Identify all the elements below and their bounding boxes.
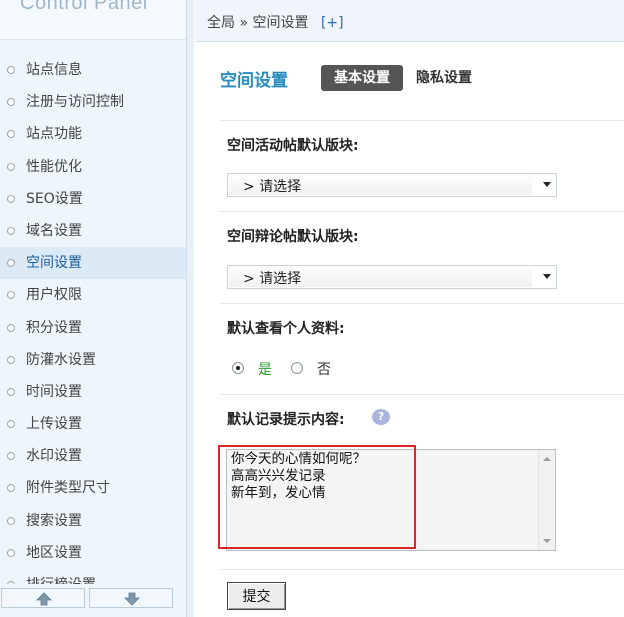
sidebar-item-label: 防灌水设置 bbox=[26, 351, 96, 368]
sidebar-item[interactable]: 用户权限 bbox=[0, 279, 186, 311]
sidebar-item[interactable]: 附件类型尺寸 bbox=[0, 472, 186, 504]
logo-text: Control Panel bbox=[20, 0, 148, 14]
sidebar-item[interactable]: 性能优化 bbox=[0, 151, 186, 183]
top-bar: 全局 » 空间设置 [+] bbox=[195, 0, 624, 42]
sidebar-item-label: 注册与访问控制 bbox=[26, 94, 124, 111]
bullet-icon bbox=[7, 452, 15, 461]
sidebar-item-label: 性能优化 bbox=[26, 158, 82, 175]
sidebar-item-label: 积分设置 bbox=[26, 319, 82, 336]
submit-button[interactable]: 提交 bbox=[227, 582, 286, 610]
sidebar-item[interactable]: 上传设置 bbox=[0, 408, 186, 440]
debate-forum-label: 空间辩论帖默认版块: bbox=[227, 229, 359, 245]
bullet-icon bbox=[7, 420, 15, 429]
activity-forum-select[interactable]: > 请选择 bbox=[227, 173, 557, 197]
profile-view-label: 默认查看个人资料: bbox=[227, 321, 345, 337]
sidebar-item[interactable]: 排行榜设置 bbox=[0, 569, 186, 584]
profile-no-radio[interactable] bbox=[291, 362, 303, 374]
sidebar-item-label: 地区设置 bbox=[26, 544, 82, 561]
sidebar-item-label: 水印设置 bbox=[26, 448, 82, 465]
sidebar-item[interactable]: SEO设置 bbox=[0, 183, 186, 215]
bullet-icon bbox=[7, 98, 15, 107]
breadcrumb: 全局 » 空间设置 [+] bbox=[207, 12, 344, 32]
tab-basic-settings[interactable]: 基本设置 bbox=[321, 65, 403, 91]
divider bbox=[220, 394, 624, 395]
textarea-scrollbar[interactable] bbox=[538, 450, 555, 550]
sidebar-item[interactable]: 水印设置 bbox=[0, 440, 186, 472]
sidebar-item[interactable]: 积分设置 bbox=[0, 312, 186, 344]
sidebar-item-label: 上传设置 bbox=[26, 416, 82, 433]
scroll-down-button[interactable] bbox=[89, 588, 173, 608]
dropdown-arrow-icon bbox=[543, 182, 551, 187]
bullet-icon bbox=[7, 387, 15, 396]
page-title: 空间设置 bbox=[220, 71, 288, 91]
sidebar-item-label: 空间设置 bbox=[26, 255, 82, 272]
title-row: 空间设置 基本设置 隐私设置 bbox=[220, 64, 620, 92]
sidebar-item-label: 排行榜设置 bbox=[26, 577, 96, 584]
activity-forum-select-value: > 请选择 bbox=[243, 179, 302, 195]
logo-area: Control Panel bbox=[0, 0, 186, 40]
sidebar-item[interactable]: 地区设置 bbox=[0, 537, 186, 569]
scroll-down-icon bbox=[543, 539, 551, 543]
help-icon[interactable]: ? bbox=[372, 409, 390, 425]
sidebar-item-label: 站点功能 bbox=[26, 126, 82, 143]
highlight-annotation-box bbox=[218, 445, 416, 549]
sidebar-item[interactable]: 域名设置 bbox=[0, 215, 186, 247]
sidebar-item[interactable]: 防灌水设置 bbox=[0, 344, 186, 376]
sidebar-item-label: 站点信息 bbox=[26, 62, 82, 78]
divider bbox=[220, 211, 624, 212]
profile-yes-radio[interactable] bbox=[232, 362, 244, 374]
sidebar-item-label: 搜索设置 bbox=[26, 512, 82, 529]
sidebar-item[interactable]: 站点信息 bbox=[0, 54, 186, 86]
breadcrumb-separator: » bbox=[239, 15, 249, 31]
breadcrumb-current: 空间设置 bbox=[252, 15, 309, 31]
profile-yes-label: 是 bbox=[258, 362, 272, 378]
debate-forum-select[interactable]: > 请选择 bbox=[227, 265, 557, 289]
sidebar-item[interactable]: 站点功能 bbox=[0, 118, 186, 150]
bullet-icon bbox=[7, 484, 15, 493]
divider bbox=[220, 303, 624, 304]
activity-forum-label: 空间活动帖默认版块: bbox=[227, 138, 359, 154]
sidebar-menu: 站点信息注册与访问控制 站点功能性能优化 SEO设置域名设置空间设置用户权限积分设置… bbox=[0, 54, 186, 584]
bullet-icon bbox=[7, 516, 15, 525]
sidebar-item[interactable]: 注册与访问控制 bbox=[0, 86, 186, 118]
divider bbox=[220, 120, 624, 121]
dropdown-arrow-icon bbox=[543, 274, 551, 279]
profile-no-label: 否 bbox=[317, 362, 331, 378]
sidebar-divider bbox=[186, 0, 194, 617]
sidebar-item[interactable]: 搜索设置 bbox=[0, 505, 186, 537]
bullet-icon bbox=[7, 548, 15, 557]
sidebar-item-label: SEO设置 bbox=[26, 190, 83, 207]
arrow-up-icon bbox=[36, 592, 52, 606]
bullet-icon bbox=[7, 323, 15, 332]
debate-forum-select-value: > 请选择 bbox=[243, 271, 302, 287]
sidebar-scroll-buttons bbox=[0, 588, 186, 610]
sidebar-item-label: 用户权限 bbox=[26, 287, 82, 304]
bullet-icon bbox=[7, 226, 15, 235]
add-shortcut-link[interactable]: [+] bbox=[321, 15, 344, 31]
bullet-icon bbox=[7, 66, 15, 74]
divider bbox=[220, 569, 624, 570]
bullet-icon bbox=[7, 130, 15, 139]
bullet-icon bbox=[7, 259, 15, 268]
bullet-icon bbox=[7, 291, 15, 300]
tab-privacy-settings[interactable]: 隐私设置 bbox=[416, 65, 472, 91]
sidebar-item[interactable]: 时间设置 bbox=[0, 376, 186, 408]
sidebar-item-label: 附件类型尺寸 bbox=[26, 480, 110, 497]
sidebar: Control Panel 站点信息注册与访问控制 站点功能性能优化 SEO设置域名… bbox=[0, 0, 186, 617]
sidebar-item-label: 域名设置 bbox=[26, 222, 82, 239]
arrow-down-icon bbox=[124, 592, 140, 606]
sidebar-item[interactable]: 空间设置 bbox=[0, 247, 186, 280]
scroll-up-button[interactable] bbox=[1, 588, 85, 608]
bullet-icon bbox=[7, 162, 15, 171]
bullet-icon bbox=[7, 581, 15, 584]
bullet-icon bbox=[7, 194, 15, 203]
record-prompt-label: 默认记录提示内容: bbox=[227, 412, 345, 428]
sidebar-item-label: 时间设置 bbox=[26, 383, 82, 400]
bullet-icon bbox=[7, 355, 15, 364]
scroll-up-icon bbox=[543, 457, 551, 461]
breadcrumb-root[interactable]: 全局 bbox=[207, 15, 235, 31]
